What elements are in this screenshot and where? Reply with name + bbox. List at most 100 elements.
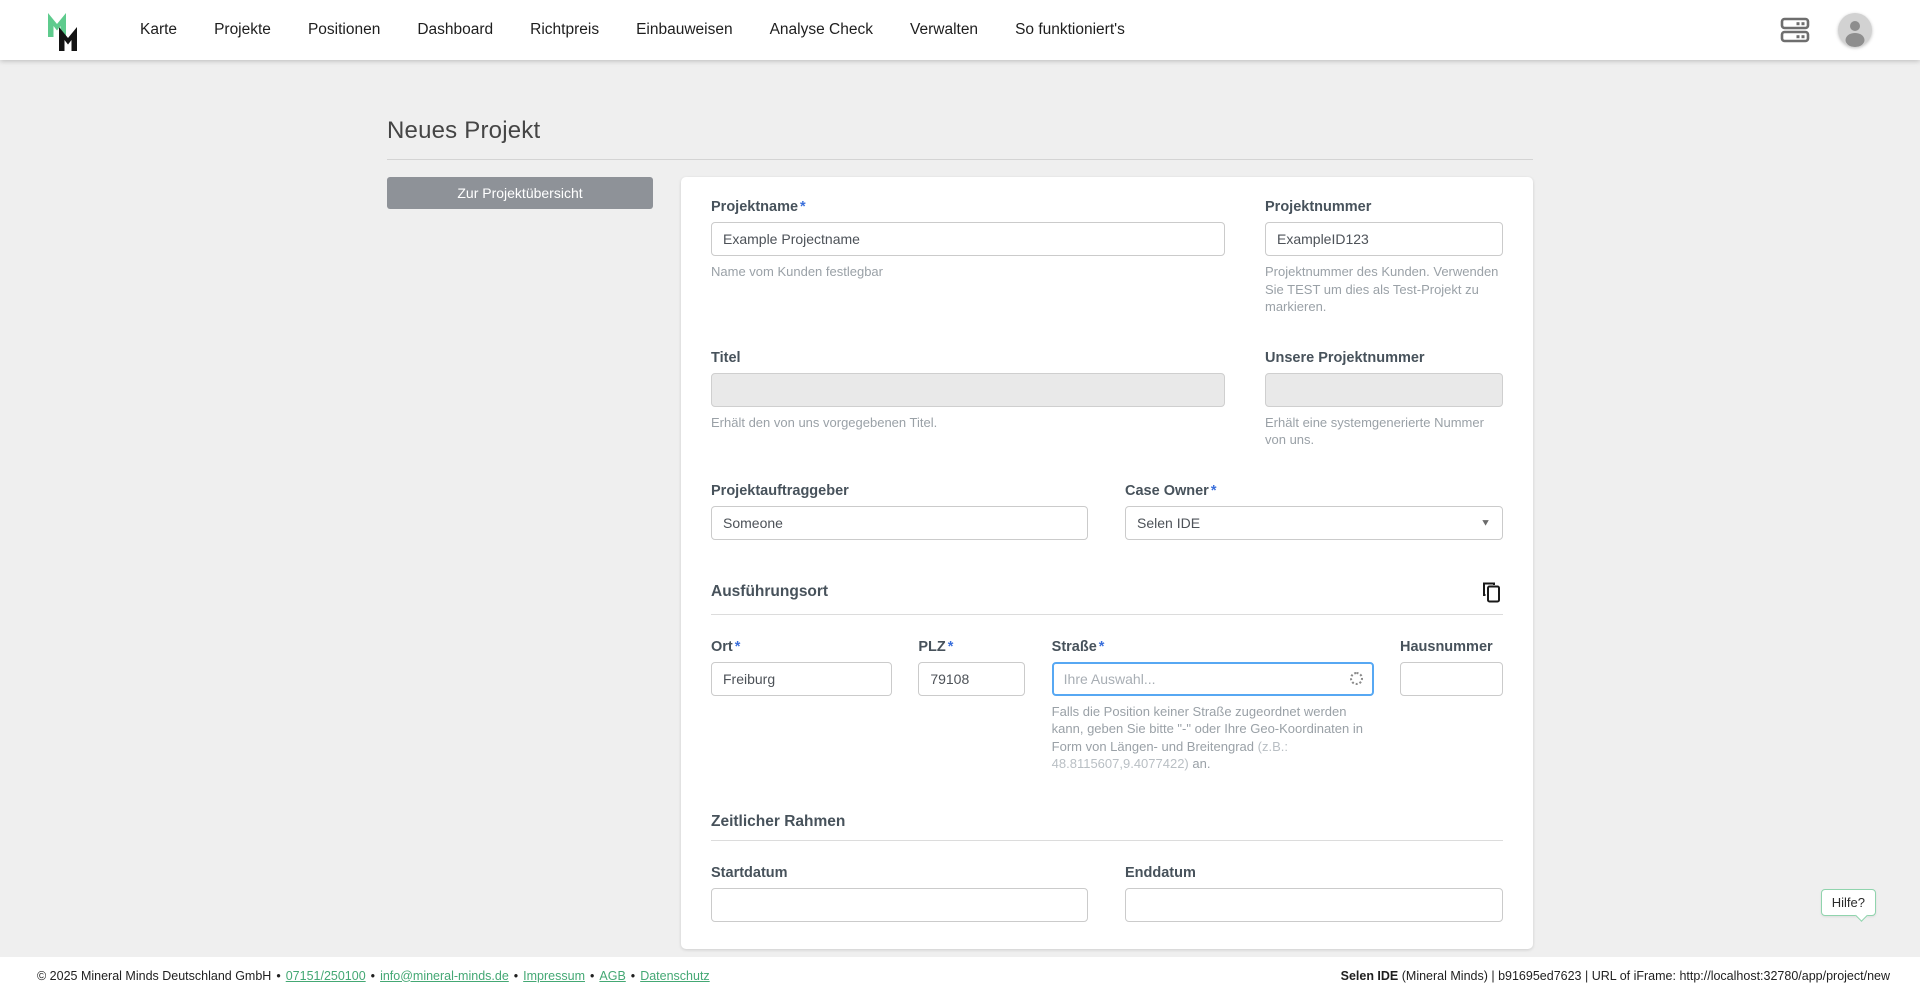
titel-helper: Erhält den von uns vorgegebenen Titel. [711,414,1225,432]
section-divider [711,614,1503,615]
session-user: Selen IDE [1341,969,1399,983]
footer-separator: • [631,969,635,983]
field-projektauftraggeber: Projektauftraggeber [711,483,1088,540]
nav-item-karte[interactable]: Karte [140,21,177,39]
section-zeitlicher-rahmen: Zeitlicher Rahmen Startdatum Enddatum [711,813,1503,922]
nav-item-projekte[interactable]: Projekte [214,21,271,39]
top-navigation: Karte Projekte Positionen Dashboard Rich… [0,0,1920,60]
nav-item-verwalten[interactable]: Verwalten [910,21,978,39]
chevron-down-icon: ▼ [1480,518,1491,528]
projektnummer-input[interactable] [1265,222,1503,256]
strasse-input[interactable] [1052,662,1374,696]
projektauftraggeber-label: Projektauftraggeber [711,483,1088,499]
projektname-input[interactable] [711,222,1225,256]
left-column: Zur Projektübersicht [387,177,653,209]
back-to-overview-button[interactable]: Zur Projektübersicht [387,177,653,209]
mineral-minds-logo[interactable] [44,7,88,53]
footer-separator: • [371,969,375,983]
startdatum-label: Startdatum [711,865,1088,881]
unsere-projektnummer-label: Unsere Projektnummer [1265,350,1503,366]
unsere-projektnummer-helper: Erhält eine systemgenerierte Nummer von … [1265,414,1503,449]
nav-item-positionen[interactable]: Positionen [308,21,380,39]
strasse-helper: Falls die Position keiner Straße zugeord… [1052,703,1374,773]
server-icon [1780,17,1810,43]
field-titel: Titel Erhält den von uns vorgegebenen Ti… [711,350,1225,449]
footer-link-agb[interactable]: AGB [599,969,625,983]
content-container: Neues Projekt Zur Projektübersicht Proje… [387,60,1533,994]
footer-link-impressum[interactable]: Impressum [523,969,585,983]
page-body: Neues Projekt Zur Projektübersicht Proje… [0,60,1920,994]
footer-separator: • [276,969,280,983]
footer-link-email[interactable]: info@mineral-minds.de [380,969,509,983]
case-owner-select[interactable]: Selen IDE ▼ [1125,506,1503,540]
field-unsere-projektnummer: Unsere Projektnummer Erhält eine systemg… [1265,350,1503,449]
zeitlicher-rahmen-title: Zeitlicher Rahmen [711,813,845,831]
field-ort: Ort* [711,639,892,773]
nav-item-dashboard[interactable]: Dashboard [417,21,493,39]
page-title: Neues Projekt [387,117,1533,145]
required-asterisk: * [1099,639,1105,655]
projektnummer-helper: Projektnummer des Kunden. Verwenden Sie … [1265,263,1503,316]
field-enddatum: Enddatum [1125,865,1503,922]
startdatum-input[interactable] [711,888,1088,922]
user-avatar[interactable] [1838,13,1872,47]
titel-label: Titel [711,350,1225,366]
session-details: (Mineral Minds) | b91695ed7623 | URL of … [1398,969,1890,983]
strasse-label: Straße [1052,639,1097,655]
nav-right-actions [1778,13,1872,47]
field-projektnummer: Projektnummer Projektnummer des Kunden. … [1265,199,1503,316]
projektname-label: Projektname [711,199,798,215]
page-footer: © 2025 Mineral Minds Deutschland GmbH • 07… [0,957,1920,994]
field-projektname: Projektname* Name vom Kunden festlegbar [711,199,1225,316]
nav-items: Karte Projekte Positionen Dashboard Rich… [140,21,1125,39]
nav-item-einbauweisen[interactable]: Einbauweisen [636,21,733,39]
copy-location-button[interactable] [1480,580,1503,605]
enddatum-input[interactable] [1125,888,1503,922]
logo-icon [44,7,88,53]
field-case-owner: Case Owner* Selen IDE ▼ [1125,483,1503,540]
field-strasse: Straße* Falls die Position keiner Straße… [1052,639,1374,773]
footer-legal: © 2025 Mineral Minds Deutschland GmbH • 07… [37,969,710,983]
projektnummer-label: Projektnummer [1265,199,1503,215]
required-asterisk: * [735,639,741,655]
projektauftraggeber-input[interactable] [711,506,1088,540]
ausfuehrungsort-title: Ausführungsort [711,583,828,601]
field-hausnummer: Hausnummer [1400,639,1503,773]
project-form-card: Projektname* Name vom Kunden festlegbar … [681,177,1533,949]
footer-link-datenschutz[interactable]: Datenschutz [640,969,709,983]
ort-label: Ort [711,639,733,655]
strasse-helper-suffix: an. [1189,756,1211,771]
strasse-helper-main: Falls die Position keiner Straße zugeord… [1052,704,1363,754]
field-startdatum: Startdatum [711,865,1088,922]
enddatum-label: Enddatum [1125,865,1503,881]
person-icon [1838,13,1872,47]
titel-input [711,373,1225,407]
hausnummer-input[interactable] [1400,662,1503,696]
unsere-projektnummer-input [1265,373,1503,407]
server-status-icon[interactable] [1778,15,1812,45]
field-plz: PLZ* [918,639,1025,773]
hausnummer-label: Hausnummer [1400,639,1503,655]
section-ausfuehrungsort: Ausführungsort [711,580,1503,773]
copyright-text: © 2025 Mineral Minds Deutschland GmbH [37,969,271,983]
help-button[interactable]: Hilfe? [1821,889,1876,916]
nav-item-richtpreis[interactable]: Richtpreis [530,21,599,39]
plz-label: PLZ [918,639,945,655]
title-divider [387,159,1533,160]
case-owner-selected-value: Selen IDE [1137,515,1200,531]
required-asterisk: * [1211,483,1217,499]
nav-item-so-funktionierts[interactable]: So funktioniert's [1015,21,1125,39]
section-divider [711,840,1503,841]
footer-session-info: Selen IDE (Mineral Minds) | b91695ed7623… [1341,969,1890,983]
footer-separator: • [514,969,518,983]
loading-spinner-icon [1350,672,1363,685]
nav-item-analyse-check[interactable]: Analyse Check [770,21,873,39]
footer-link-phone[interactable]: 07151/250100 [286,969,366,983]
required-asterisk: * [948,639,954,655]
ort-input[interactable] [711,662,892,696]
projektname-helper: Name vom Kunden festlegbar [711,263,1225,281]
plz-input[interactable] [918,662,1025,696]
footer-separator: • [590,969,594,983]
copy-icon [1482,582,1501,603]
required-asterisk: * [800,199,806,215]
